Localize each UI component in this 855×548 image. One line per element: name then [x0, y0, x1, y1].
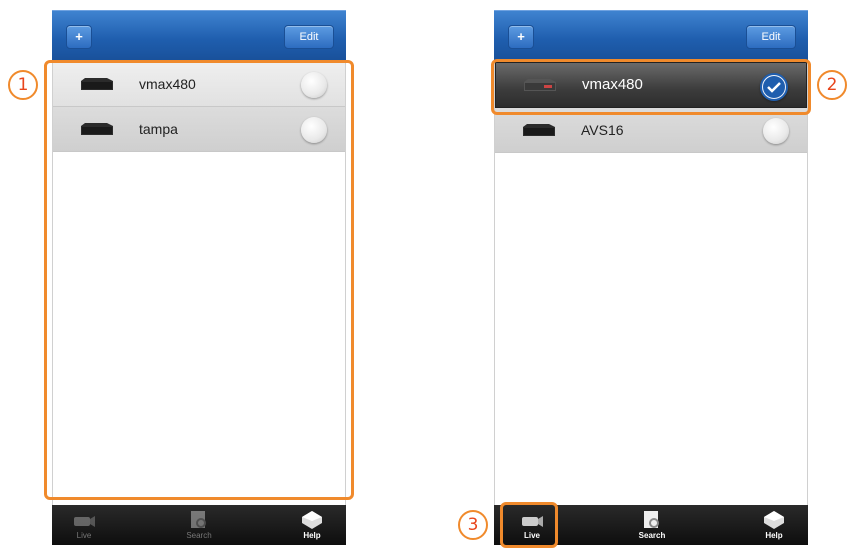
top-bar: + Edit: [494, 10, 808, 63]
search-icon: [644, 511, 659, 528]
tab-label: Live: [76, 531, 92, 540]
dvr-device-icon: [523, 124, 555, 136]
tab-label: Help: [303, 531, 321, 540]
tab-search[interactable]: Search: [622, 505, 682, 545]
add-device-button[interactable]: +: [508, 25, 534, 49]
edit-button[interactable]: Edit: [746, 25, 796, 49]
highlight-device-list: [44, 60, 354, 500]
add-device-button[interactable]: +: [66, 25, 92, 49]
tab-live[interactable]: Live: [54, 505, 114, 545]
edit-button[interactable]: Edit: [284, 25, 334, 49]
tab-search[interactable]: Search: [169, 505, 229, 545]
tab-bar: Live Search Help: [52, 505, 346, 545]
help-icon: [764, 511, 784, 529]
tab-label: Help: [765, 531, 783, 540]
annotation-badge-2: 2: [817, 70, 847, 100]
tab-help[interactable]: Help: [744, 505, 804, 545]
annotation-badge-3: 3: [458, 510, 488, 540]
highlight-live-tab: [500, 502, 558, 548]
search-icon: [191, 511, 206, 528]
highlight-selected-device: [491, 59, 811, 115]
device-list: vmax480 AVS16: [494, 62, 808, 505]
tab-label: Search: [186, 531, 212, 540]
tab-help[interactable]: Help: [282, 505, 342, 545]
camera-icon: [74, 516, 95, 527]
select-radio[interactable]: [763, 118, 789, 144]
help-icon: [302, 511, 322, 529]
top-bar: + Edit: [52, 10, 346, 63]
tab-label: Search: [638, 531, 666, 540]
annotation-badge-1: 1: [8, 70, 38, 100]
